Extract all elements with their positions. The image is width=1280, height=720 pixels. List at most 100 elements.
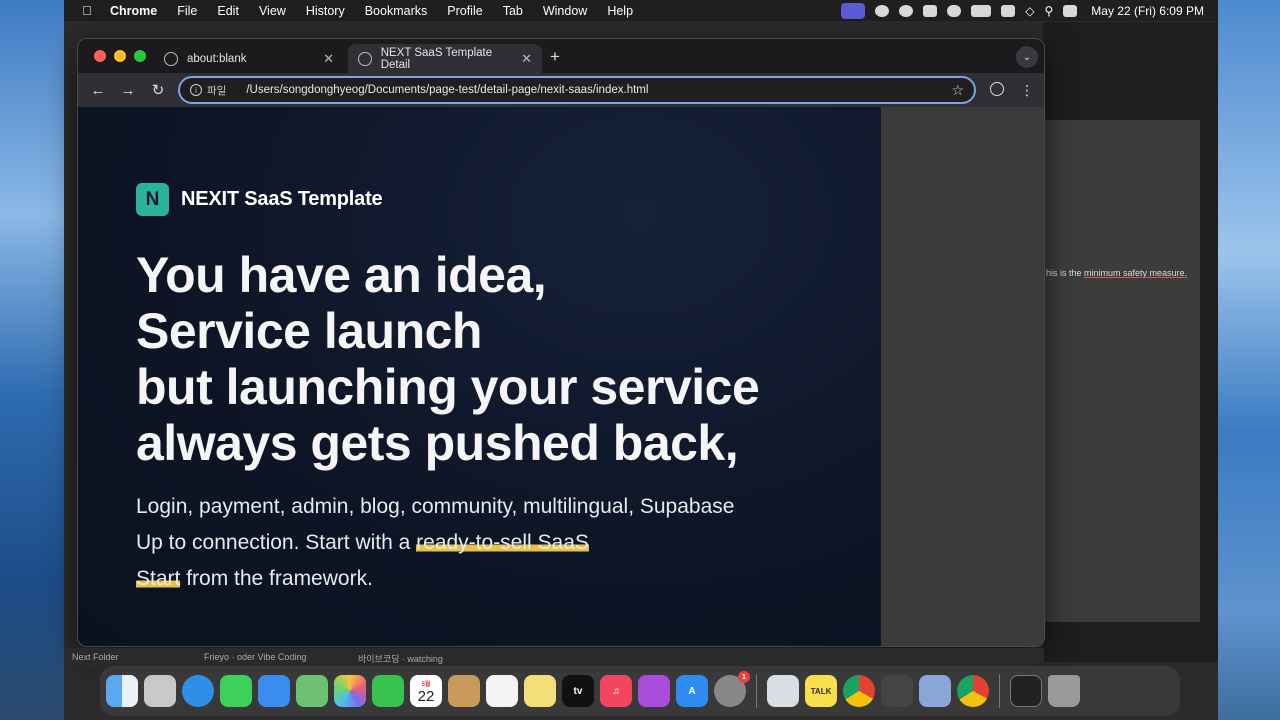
tab-bar: about:blank ✕ NEXT SaaS Template Detail … bbox=[78, 39, 1044, 73]
url-text[interactable]: /Users/songdonghyeog/Documents/page-test… bbox=[246, 84, 648, 96]
box-icon[interactable] bbox=[881, 675, 913, 707]
safari-icon[interactable] bbox=[182, 675, 214, 707]
mail-icon[interactable] bbox=[258, 675, 290, 707]
menu-tray: ◇ ⚲ May 22 (Fri) 6:09 PM bbox=[841, 2, 1204, 19]
window-controls bbox=[94, 50, 146, 62]
brand-name: NEXIT SaaS Template bbox=[181, 188, 383, 210]
background-text-pre: his is the bbox=[1046, 268, 1085, 278]
dock-separator bbox=[756, 674, 757, 708]
facetime-icon[interactable] bbox=[372, 675, 404, 707]
preview-icon[interactable] bbox=[919, 675, 951, 707]
podcasts-icon[interactable] bbox=[638, 675, 670, 707]
hero-headline: You have an idea, Service launch but lau… bbox=[136, 247, 760, 471]
headline-line-1: You have an idea, bbox=[136, 247, 547, 303]
search-icon[interactable]: ⚲ bbox=[1045, 4, 1054, 18]
chrome-icon[interactable] bbox=[843, 675, 875, 707]
below-mid-label-2: 바이브코딩 · watching bbox=[358, 654, 443, 664]
apple-menu-icon[interactable]:  bbox=[82, 3, 96, 18]
wifi-icon[interactable]: ◇ bbox=[1025, 4, 1034, 18]
desktop-behind-strip: Next Folder Frieyo · oder Vibe Coding 바이… bbox=[64, 648, 1044, 668]
xcode-icon[interactable] bbox=[767, 675, 799, 707]
background-text-link[interactable]: minimum safety measure. bbox=[1084, 268, 1187, 278]
record-icon[interactable] bbox=[899, 4, 914, 17]
headline-line-3: but launching your service bbox=[136, 359, 760, 415]
shield-icon[interactable] bbox=[923, 4, 938, 17]
control-center-icon[interactable] bbox=[1063, 4, 1078, 17]
battery-icon[interactable] bbox=[971, 4, 992, 17]
maps-icon[interactable] bbox=[296, 675, 328, 707]
highlight-ready-to-sell: ready-to-sell SaaS bbox=[416, 531, 589, 554]
kakaotalk-label: TALK bbox=[810, 686, 832, 696]
headline-line-4: always gets pushed back, bbox=[136, 415, 739, 471]
kebab-menu-icon[interactable]: ⋮ bbox=[1020, 82, 1034, 99]
reminders-icon[interactable] bbox=[486, 675, 518, 707]
new-tab-button[interactable]: + bbox=[550, 47, 560, 67]
forward-arrow-icon[interactable]: → bbox=[113, 82, 143, 99]
subcopy-line-2: Up to connection. Start with a ready-to-… bbox=[136, 525, 734, 561]
minimize-window-button[interactable] bbox=[114, 50, 126, 62]
menu-view[interactable]: View bbox=[259, 4, 286, 18]
close-tab-icon[interactable]: ✕ bbox=[521, 51, 532, 67]
media-icon[interactable] bbox=[875, 4, 890, 17]
tv-icon[interactable]: tv bbox=[562, 675, 594, 707]
menu-history[interactable]: History bbox=[306, 4, 345, 18]
menu-clock[interactable]: May 22 (Fri) 6:09 PM bbox=[1091, 4, 1204, 18]
dock: 5월 22 tv ♫ A 1 TALK bbox=[100, 666, 1180, 716]
background-document bbox=[1043, 120, 1200, 622]
terminal-icon[interactable] bbox=[1010, 675, 1042, 707]
subcopy-line-1: Login, payment, admin, blog, community, … bbox=[136, 495, 735, 518]
tab-search-chevron-icon[interactable]: ⌄ bbox=[1016, 46, 1038, 68]
menu-window[interactable]: Window bbox=[543, 4, 587, 18]
address-bar[interactable]: i 파일 /Users/songdonghyeog/Documents/page… bbox=[178, 76, 976, 104]
brand[interactable]: N NEXIT SaaS Template bbox=[136, 183, 383, 216]
dock-separator bbox=[999, 674, 1000, 708]
menu-bookmarks[interactable]: Bookmarks bbox=[365, 4, 428, 18]
file-scheme-chip[interactable]: 파일 bbox=[207, 83, 226, 98]
input-method-icon[interactable] bbox=[1001, 4, 1016, 17]
chrome-canary-icon[interactable] bbox=[957, 675, 989, 707]
subcopy-line-2-text: Up to connection. Start with a bbox=[136, 531, 417, 554]
back-arrow-icon[interactable]: ← bbox=[83, 82, 113, 99]
close-window-button[interactable] bbox=[94, 50, 106, 62]
menu-tab[interactable]: Tab bbox=[503, 4, 523, 18]
below-mid-label-1: Frieyo · oder Vibe Coding bbox=[204, 652, 307, 662]
menu-bar:  Chrome File Edit View History Bookmark… bbox=[64, 0, 1218, 21]
desktop-wallpaper-left bbox=[0, 0, 64, 720]
toggle-icon[interactable] bbox=[947, 4, 962, 17]
toolbar-right: ⋮ bbox=[990, 82, 1034, 99]
tab-about-blank[interactable]: about:blank ✕ bbox=[154, 44, 344, 73]
notes-icon[interactable] bbox=[448, 675, 480, 707]
tv-label: tv bbox=[573, 685, 583, 697]
menu-profile[interactable]: Profile bbox=[447, 4, 482, 18]
finder-icon[interactable] bbox=[106, 675, 138, 707]
menu-app-name[interactable]: Chrome bbox=[110, 4, 157, 18]
reload-icon[interactable]: ↻ bbox=[143, 81, 173, 99]
screen-record-icon[interactable] bbox=[841, 2, 866, 19]
messages-icon[interactable] bbox=[220, 675, 252, 707]
profile-icon[interactable] bbox=[990, 82, 1004, 96]
app-store-icon[interactable]: A bbox=[676, 675, 708, 707]
launchpad-icon[interactable] bbox=[144, 675, 176, 707]
close-tab-icon[interactable]: ✕ bbox=[323, 51, 334, 67]
menu-help[interactable]: Help bbox=[607, 4, 633, 18]
subcopy-line-3-text: from the framework. bbox=[180, 567, 373, 590]
menu-file[interactable]: File bbox=[177, 4, 197, 18]
browser-toolbar: ← → ↻ i 파일 /Users/songdonghyeog/Document… bbox=[78, 73, 1044, 107]
kakaotalk-icon[interactable]: TALK bbox=[805, 675, 837, 707]
zoom-window-button[interactable] bbox=[134, 50, 146, 62]
tab-nexit-saas[interactable]: NEXT SaaS Template Detail ✕ bbox=[348, 44, 542, 73]
highlight-start: Start bbox=[136, 567, 181, 590]
background-window: his is the minimum safety measure. bbox=[1043, 22, 1218, 662]
bookmark-star-icon[interactable]: ☆ bbox=[951, 82, 964, 99]
globe-icon bbox=[164, 51, 178, 66]
desktop-wallpaper-right bbox=[1218, 0, 1280, 720]
photos-icon[interactable] bbox=[334, 675, 366, 707]
calendar-icon[interactable]: 5월 22 bbox=[410, 675, 442, 707]
settings-badge: 1 bbox=[738, 671, 750, 683]
system-settings-icon[interactable]: 1 bbox=[714, 671, 750, 707]
stickies-icon[interactable] bbox=[524, 675, 556, 707]
music-icon[interactable]: ♫ bbox=[600, 675, 632, 707]
menu-edit[interactable]: Edit bbox=[217, 4, 239, 18]
info-icon[interactable]: i bbox=[190, 84, 202, 96]
trash-icon[interactable] bbox=[1048, 675, 1080, 707]
